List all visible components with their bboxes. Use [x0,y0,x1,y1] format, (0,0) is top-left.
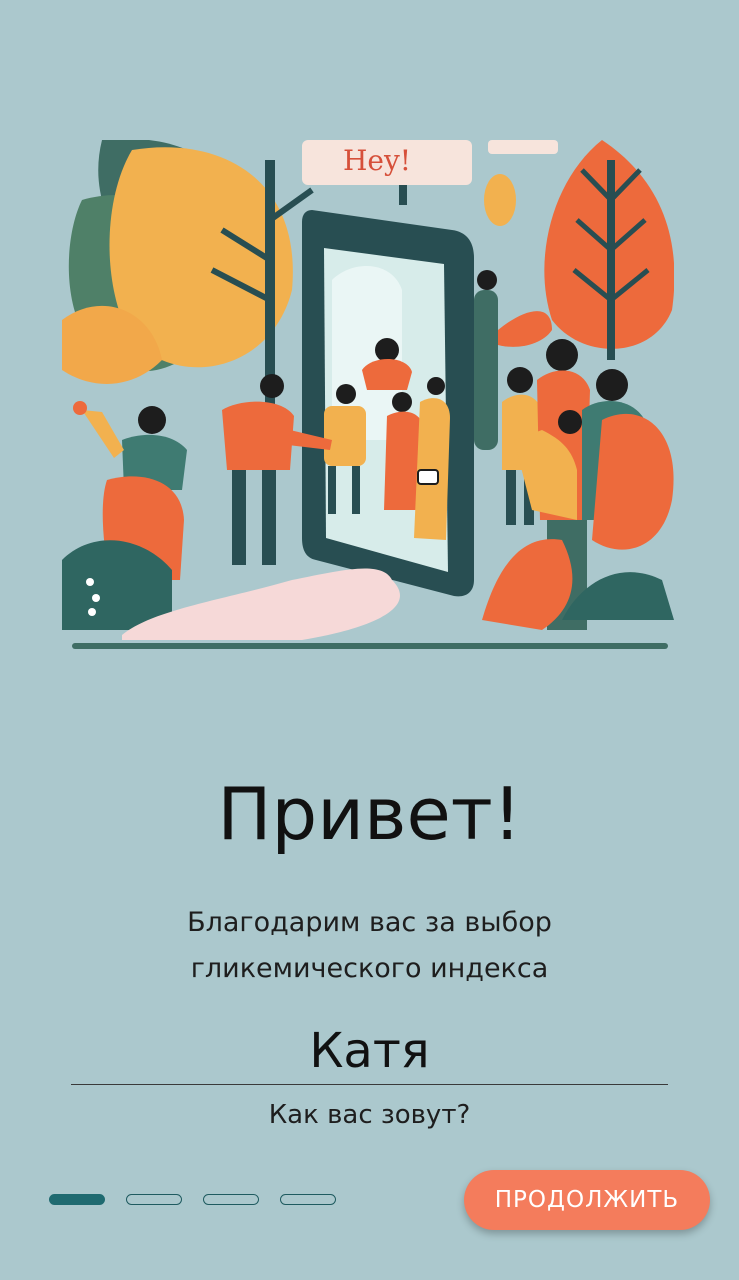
greeting-title: Привет! [217,772,522,856]
subtitle-line-2: гликемического индекса [190,953,549,984]
name-input[interactable] [71,1018,668,1085]
subtitle-line-1: Благодарим вас за выбор [187,907,552,938]
page-dot-1 [49,1194,105,1205]
page-dot-4 [280,1194,336,1205]
greeting-subtitle: Благодарим вас за выбор гликемического и… [0,900,739,992]
pagination-dots [49,1194,336,1205]
name-field-label: Как вас зовут? [268,1100,471,1130]
page-dot-2 [126,1194,182,1205]
hero-illustration: Hey! [62,140,674,649]
continue-button[interactable]: ПРОДОЛЖИТЬ [464,1170,710,1230]
page-dot-3 [203,1194,259,1205]
hey-sign-text: Hey! [343,144,411,177]
